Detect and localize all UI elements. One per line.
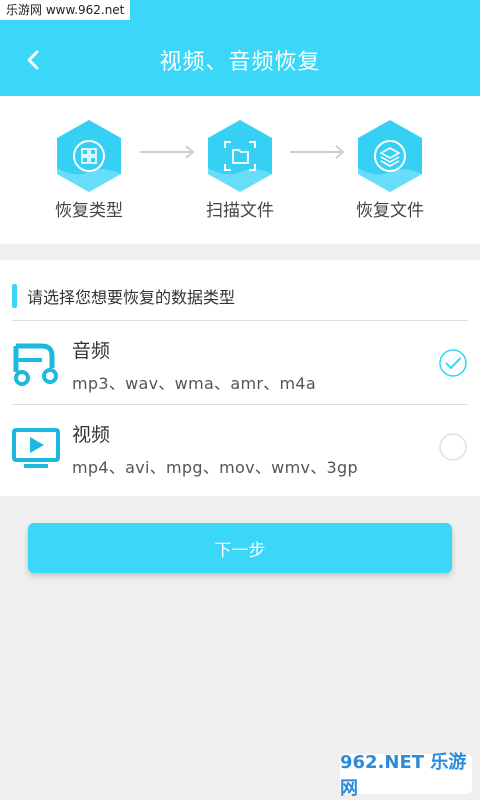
- option-formats: mp4、avi、mpg、mov、wmv、3gp: [72, 458, 358, 477]
- step-scan-files: 扫描文件: [185, 118, 295, 221]
- layers-icon: [358, 120, 422, 192]
- watermark-top: 乐游网 www.962.net: [0, 0, 131, 20]
- radio-unselected-icon[interactable]: [438, 432, 468, 462]
- section-gap: [0, 244, 480, 260]
- step-label: 扫描文件: [206, 201, 274, 221]
- progress-steps: 恢复类型 扫描文件 恢复文件: [0, 96, 480, 244]
- option-name: 音频: [72, 340, 111, 362]
- step-label: 恢复类型: [55, 201, 123, 221]
- section-header: 请选择您想要恢复的数据类型: [12, 284, 235, 308]
- option-video[interactable]: 视频 mp4、avi、mpg、mov、wmv、3gp: [0, 406, 480, 488]
- step-recover-files: 恢复文件: [335, 118, 445, 221]
- checkmark-selected-icon[interactable]: [438, 348, 468, 378]
- page-title: 视频、音频恢复: [159, 50, 321, 75]
- divider: [12, 320, 468, 321]
- audio-icon: [13, 343, 58, 386]
- step-recovery-type: 恢复类型: [34, 118, 144, 221]
- video-icon: [12, 428, 60, 468]
- option-audio[interactable]: 音频 mp3、wav、wma、amr、m4a: [0, 322, 480, 404]
- divider: [12, 404, 468, 405]
- watermark-logo: 962.NET 乐游网: [340, 752, 472, 799]
- next-step-button[interactable]: 下一步: [28, 523, 452, 573]
- option-name: 视频: [72, 424, 111, 446]
- section-title: 请选择您想要恢复的数据类型: [27, 288, 236, 307]
- option-formats: mp3、wav、wma、amr、m4a: [72, 374, 316, 393]
- data-type-panel: 请选择您想要恢复的数据类型 音频 mp3、wav、wma、amr、m4a 视频 …: [0, 260, 480, 496]
- accent-bar: [12, 284, 17, 308]
- step-label: 恢复文件: [356, 201, 424, 221]
- grid-icon: [57, 120, 121, 192]
- scan-file-icon: [208, 120, 272, 192]
